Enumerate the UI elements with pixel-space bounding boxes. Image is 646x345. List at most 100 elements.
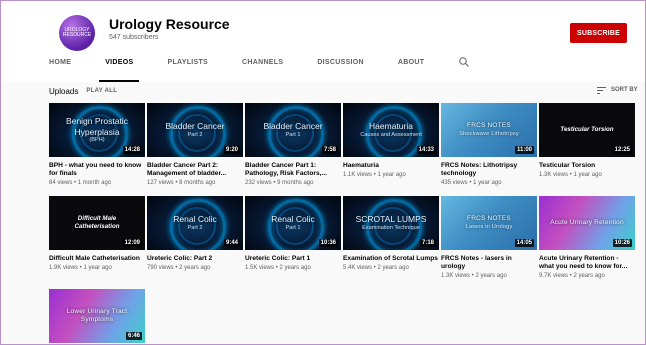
video-duration: 14:05 xyxy=(514,239,534,247)
video-title[interactable]: Haematuria xyxy=(343,162,439,170)
video-thumbnail[interactable]: Lower Urinary Tract Symptoms 6:46 xyxy=(49,289,145,343)
tab-discussion[interactable]: DISCUSSION xyxy=(317,57,364,82)
video-duration: 12:25 xyxy=(612,146,632,154)
sort-by-button[interactable]: SORT BY xyxy=(597,84,638,96)
thumbnail-caption-line1: Difficult Male Catheterisation xyxy=(74,215,120,230)
video-thumbnail[interactable]: Acute Urinary Retention 10:26 xyxy=(539,196,635,250)
video-duration: 9:44 xyxy=(223,239,240,247)
video-title[interactable]: FRCS Notes: Lithotripsy technology xyxy=(441,162,537,178)
video-card[interactable]: FRCS NOTES Lasers in Urology 14:05 FRCS Not… xyxy=(441,196,537,279)
thumbnail-caption-line2: Causes and Assessment xyxy=(360,131,422,138)
thumbnail-caption: Lower Urinary Tract Symptoms xyxy=(49,308,145,324)
video-card[interactable]: FRCS NOTES Shockwave Lithotripsy 11:00 FRCS… xyxy=(441,103,537,186)
thumbnail-caption-line2: Lasers in Urology xyxy=(465,223,513,230)
video-thumbnail[interactable]: SCROTAL LUMPS Examination Technique 7:18 xyxy=(343,196,439,250)
video-meta: 1.5K views • 2 years ago xyxy=(245,265,311,272)
thumbnail-caption-line1: Bladder Cancer xyxy=(263,121,323,132)
video-thumbnail[interactable]: Renal Colic Part 2 9:44 xyxy=(147,196,243,250)
video-card[interactable]: Haematuria Causes and Assessment 14:33 Haem… xyxy=(343,103,439,178)
thumbnail-caption-line1: FRCS NOTES xyxy=(467,215,511,223)
video-thumbnail[interactable]: Haematuria Causes and Assessment 14:33 xyxy=(343,103,439,157)
video-card[interactable]: Difficult Male Catheterisation 12:09 Diffi… xyxy=(49,196,145,271)
tab-playlists[interactable]: PLAYLISTS xyxy=(167,57,208,82)
video-duration: 10:36 xyxy=(318,239,338,247)
thumbnail-caption: Benign Prostatic Hyperplasia (BPH) xyxy=(49,116,145,144)
video-card[interactable]: Lower Urinary Tract Symptoms 6:46 xyxy=(49,289,145,343)
video-thumbnail[interactable]: FRCS NOTES Lasers in Urology 14:05 xyxy=(441,196,537,250)
thumbnail-caption-line2: Part 2 xyxy=(187,131,203,138)
thumbnail-caption-line1: Haematuria xyxy=(369,121,413,132)
video-meta: 9.7K views • 2 years ago xyxy=(539,273,605,280)
thumbnail-caption-line2: Part 1 xyxy=(285,131,301,138)
channel-name: Urology Resource xyxy=(109,16,230,32)
video-title[interactable]: Bladder Cancer Part 2: Management of bla… xyxy=(147,162,243,178)
channel-header: UROLOGY RESOURCE Urology Resource 547 su… xyxy=(1,1,645,82)
video-title[interactable]: Testicular Torsion xyxy=(539,162,635,170)
subscribe-button[interactable]: SUBSCRIBE xyxy=(570,23,627,43)
video-thumbnail[interactable]: Testicular Torsion 12:25 xyxy=(539,103,635,157)
avatar-logo-text: UROLOGY RESOURCE xyxy=(62,27,92,38)
video-meta: 1.9K views • 1 year ago xyxy=(49,265,112,272)
video-title[interactable]: BPH - what you need to know for finals xyxy=(49,162,145,178)
video-thumbnail[interactable]: Renal Colic Part 1 10:36 xyxy=(245,196,341,250)
video-title[interactable]: Ureteric Colic: Part 1 xyxy=(245,255,341,263)
thumbnail-caption-line2: Part 1 xyxy=(285,224,301,231)
thumbnail-caption-line1: SCROTAL LUMPS xyxy=(355,214,427,225)
play-all-button[interactable]: PLAY ALL xyxy=(86,88,117,94)
video-thumbnail[interactable]: FRCS NOTES Shockwave Lithotripsy 11:00 xyxy=(441,103,537,157)
video-duration: 14:33 xyxy=(416,146,436,154)
tab-home[interactable]: HOME xyxy=(49,57,71,82)
video-duration: 11:00 xyxy=(514,146,534,154)
video-duration: 10:26 xyxy=(612,239,632,247)
video-title[interactable]: Bladder Cancer Part 1: Pathology, Risk F… xyxy=(245,162,341,178)
video-thumbnail[interactable]: Bladder Cancer Part 1 7:58 xyxy=(245,103,341,157)
video-meta: 1.1K views • 1 year ago xyxy=(343,172,406,179)
video-meta: 84 views • 1 month ago xyxy=(49,180,112,187)
video-card[interactable]: Testicular Torsion 12:25 Testicular Torsio… xyxy=(539,103,635,178)
video-title[interactable]: Ureteric Colic: Part 2 xyxy=(147,255,243,263)
channel-avatar[interactable]: UROLOGY RESOURCE xyxy=(59,15,95,51)
video-card[interactable]: SCROTAL LUMPS Examination Technique 7:18 Ex… xyxy=(343,196,439,271)
video-thumbnail[interactable]: Bladder Cancer Part 2 9:20 xyxy=(147,103,243,157)
video-card[interactable]: Acute Urinary Retention 10:26 Acute Urinar… xyxy=(539,196,635,279)
search-icon[interactable] xyxy=(458,56,470,68)
video-meta: 1.3K views • 2 years ago xyxy=(441,273,507,280)
video-title[interactable]: Acute Urinary Retention - what you need … xyxy=(539,255,635,271)
video-thumbnail[interactable]: Benign Prostatic Hyperplasia (BPH) 14:28 xyxy=(49,103,145,157)
channel-tabs: HOME VIDEOS PLAYLISTS CHANNELS DISCUSSIO… xyxy=(49,57,470,82)
video-title[interactable]: Difficult Male Catheterisation xyxy=(49,255,145,263)
video-card[interactable]: Bladder Cancer Part 1 7:58 Bladder Cancer P… xyxy=(245,103,341,186)
video-thumbnail[interactable]: Difficult Male Catheterisation 12:09 xyxy=(49,196,145,250)
uploads-title[interactable]: Uploads xyxy=(49,87,78,96)
thumbnail-caption: FRCS NOTES Shockwave Lithotripsy xyxy=(453,122,525,137)
sort-icon xyxy=(597,86,606,94)
thumbnail-caption: Acute Urinary Retention xyxy=(544,219,630,227)
video-meta: 435 views • 1 year ago xyxy=(441,180,502,187)
video-meta: 127 views • 8 months ago xyxy=(147,180,216,187)
video-title[interactable]: Examination of Scrotal Lumps xyxy=(343,255,439,263)
video-card[interactable]: Bladder Cancer Part 2 9:20 Bladder Cancer P… xyxy=(147,103,243,186)
video-card[interactable]: Renal Colic Part 2 9:44 Ureteric Colic: Par… xyxy=(147,196,243,271)
tab-channels[interactable]: CHANNELS xyxy=(242,57,283,82)
thumbnail-caption-line1: Renal Colic xyxy=(173,214,217,225)
thumbnail-caption-line1: Acute Urinary Retention xyxy=(550,218,624,226)
thumbnail-caption-line2: (BPH) xyxy=(89,137,105,144)
thumbnail-caption-line1: Renal Colic xyxy=(271,214,315,225)
video-meta: 232 views • 9 months ago xyxy=(245,180,314,187)
video-duration: 9:20 xyxy=(223,146,240,154)
thumbnail-caption-line1: FRCS NOTES xyxy=(467,122,511,130)
thumbnail-caption-line2: Examination Technique xyxy=(362,224,420,231)
video-card[interactable]: Renal Colic Part 1 10:36 Ureteric Colic: Pa… xyxy=(245,196,341,271)
thumbnail-caption: Bladder Cancer Part 1 xyxy=(257,121,328,139)
video-duration: 14:28 xyxy=(122,146,142,154)
thumbnail-caption: Renal Colic Part 1 xyxy=(265,214,320,232)
tab-about[interactable]: ABOUT xyxy=(398,57,424,82)
video-meta: 1.3K views • 1 year ago xyxy=(539,172,602,179)
video-title[interactable]: FRCS Notes - lasers in urology xyxy=(441,255,537,271)
thumbnail-caption-line1: Testicular Torsion xyxy=(560,126,614,134)
tab-videos[interactable]: VIDEOS xyxy=(99,57,140,82)
thumbnail-caption-line2: Part 2 xyxy=(187,224,203,231)
video-card[interactable]: Benign Prostatic Hyperplasia (BPH) 14:28 BP… xyxy=(49,103,145,186)
uploads-bar: Uploads PLAY ALL xyxy=(49,85,117,97)
thumbnail-caption-line1: Lower Urinary Tract Symptoms xyxy=(66,307,128,323)
